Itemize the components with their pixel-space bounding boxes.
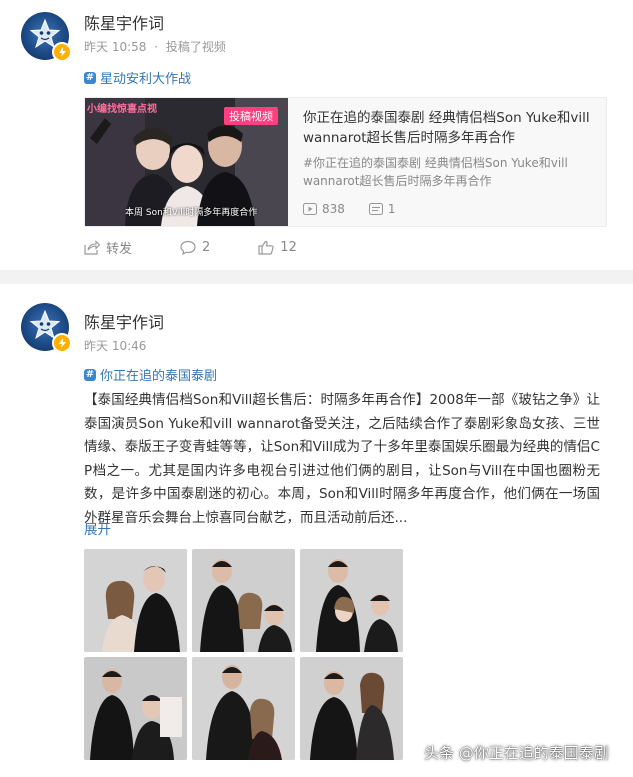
video-title[interactable]: 你正在追的泰国泰剧 经典情侣档Son Yuke和vill wannarot超长售… [303,108,593,148]
author-name[interactable]: 陈星宇作词 [84,10,164,34]
feed-separator [0,270,633,284]
photo-image [84,657,187,760]
like-count: 12 [280,240,297,255]
author-name[interactable]: 陈星宇作词 [84,309,164,333]
avatar[interactable] [21,12,72,62]
video-stats: 838 1 [303,202,420,216]
view-count-value: 838 [322,202,345,216]
topic-label: 你正在追的泰国泰剧 [100,369,218,384]
comment-count: 2 [202,240,211,255]
card-comment-count: 1 [368,202,396,216]
photo-thumbnail[interactable] [192,657,295,760]
thumbnail-corner-text: 小编找惊喜点视 [87,104,157,115]
post-time[interactable]: 昨天 10:58 [84,40,146,54]
verified-icon [52,333,72,353]
post-text: 【泰国经典情侣档Son和Vill超长售后：时隔多年再合作】2008年一部《玻钻之… [84,392,600,526]
photo-thumbnail[interactable] [84,549,187,652]
post-2: 陈星宇作词 昨天 10:46 # 你正在追的泰国泰剧 【泰国经典情侣档Son和V… [0,284,633,777]
thumbnail-subtitle: 本周 Son和Vill时隔多年再度合作 [125,208,258,218]
post-1: 陈星宇作词 昨天 10:58 · 投稿了视频 # 星动安利大作战 小编找惊喜点视… [0,0,633,270]
verified-icon [52,42,72,62]
photo-image [192,657,295,760]
post-actions: 转发 2 12 [84,238,345,257]
post-meta: 昨天 10:58 · 投稿了视频 [84,38,226,55]
repost-icon [84,240,100,255]
video-thumbnail[interactable]: 小编找惊喜点视 投稿视频 本周 Son和Vill时隔多年再度合作 [85,98,288,226]
topic-label: 星动安利大作战 [100,72,192,87]
photo-thumbnail[interactable] [84,657,187,760]
comment-button[interactable]: 2 [180,238,210,257]
card-comment-count-value: 1 [387,202,396,216]
play-icon [303,203,317,215]
expand-link[interactable]: 展开 [84,518,111,538]
like-button[interactable]: 12 [258,238,297,257]
post-time[interactable]: 昨天 10:46 [84,339,146,353]
photo-image [300,549,403,652]
photo-image [84,549,187,652]
view-count: 838 [303,202,345,216]
meta-separator: · [154,40,159,54]
avatar[interactable] [21,303,72,353]
video-card[interactable]: 小编找惊喜点视 投稿视频 本周 Son和Vill时隔多年再度合作 你正在追的泰国… [84,97,607,227]
photo-image [300,657,403,760]
photo-thumbnail[interactable] [192,549,295,652]
watermark: 头条 @你正在追的泰国泰剧 [424,744,609,762]
photo-thumbnail[interactable] [300,657,403,760]
repost-button[interactable]: 转发 [84,238,132,257]
repost-label: 转发 [106,242,133,257]
photo-image [192,549,295,652]
topic-hash-icon: # [84,368,96,381]
thumbnail-badge: 投稿视频 [224,107,278,125]
photo-thumbnail[interactable] [300,549,403,652]
comment-icon [368,203,383,215]
post-source: 投稿了视频 [165,40,226,54]
topic-link[interactable]: # 星动安利大作战 [84,68,191,87]
video-description: #你正在追的泰国泰剧 经典情侣档Son Yuke和vill wannarot超长… [303,156,568,188]
comment-icon [180,240,196,255]
like-icon [258,240,274,255]
topic-hash-icon: # [84,71,96,84]
topic-link[interactable]: # 你正在追的泰国泰剧 [84,365,217,384]
post-meta: 昨天 10:46 [84,337,146,354]
